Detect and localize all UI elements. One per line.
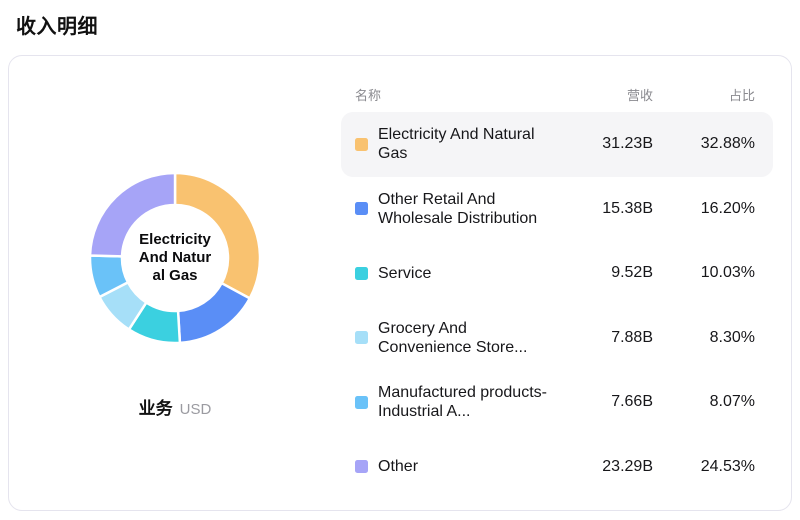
segment-label: Manufactured products-Industrial A... (378, 383, 556, 421)
header-name: 名称 (355, 85, 557, 104)
segment-name-cell: Manufactured products-Industrial A... (355, 383, 557, 421)
segment-revenue: 15.38B (557, 200, 653, 218)
legend-swatch-icon (355, 396, 368, 409)
page: 收入明细 Electricity And Natur al Gas 业务 USD… (0, 0, 800, 519)
segment-name-cell: Electricity And Natural Gas (355, 125, 557, 163)
legend-swatch-icon (355, 331, 368, 344)
table-row[interactable]: Service 9.52B10.03% (341, 241, 773, 306)
segment-revenue: 7.88B (557, 329, 653, 347)
donut-segment[interactable] (90, 173, 175, 256)
segment-name-cell: Other Retail And Wholesale Distribution (355, 190, 557, 228)
table-body: Electricity And Natural Gas31.23B32.88%O… (341, 112, 773, 499)
legend-swatch-icon (355, 202, 368, 215)
legend-swatch-icon (355, 138, 368, 151)
caption-unit: USD (180, 401, 212, 418)
segment-share: 32.88% (653, 135, 755, 153)
segment-label: Grocery And Convenience Store... (378, 319, 556, 357)
chart-panel: Electricity And Natur al Gas 业务 USD (9, 56, 341, 510)
table-row[interactable]: Electricity And Natural Gas31.23B32.88% (341, 112, 773, 177)
chart-caption: 业务 USD (139, 394, 212, 419)
segment-label: Electricity And Natural Gas (378, 125, 556, 163)
segment-revenue: 23.29B (557, 458, 653, 476)
header-revenue: 营收 (557, 85, 653, 104)
page-title: 收入明细 (16, 10, 792, 39)
table-row[interactable]: Other 23.29B24.53% (341, 435, 773, 500)
table-header-row: 名称 营收 占比 (341, 76, 773, 112)
segment-name-cell: Service (355, 264, 557, 283)
donut-chart: Electricity And Natur al Gas (87, 170, 263, 346)
segment-revenue: 9.52B (557, 264, 653, 282)
breakdown-table: 名称 营收 占比 Electricity And Natural Gas31.2… (341, 56, 791, 510)
legend-swatch-icon (355, 460, 368, 473)
donut-segment[interactable] (178, 283, 250, 343)
table-row[interactable]: Other Retail And Wholesale Distribution1… (341, 177, 773, 242)
revenue-detail-card: Electricity And Natur al Gas 业务 USD 名称 营… (8, 55, 792, 511)
donut-svg (87, 170, 263, 346)
segment-name-cell: Other (355, 457, 557, 476)
segment-revenue: 7.66B (557, 393, 653, 411)
caption-label: 业务 (139, 394, 173, 419)
segment-label: Other Retail And Wholesale Distribution (378, 190, 556, 228)
segment-name-cell: Grocery And Convenience Store... (355, 319, 557, 357)
segment-share: 8.30% (653, 329, 755, 347)
segment-share: 8.07% (653, 393, 755, 411)
segment-label: Service (378, 264, 431, 283)
legend-swatch-icon (355, 267, 368, 280)
segment-revenue: 31.23B (557, 135, 653, 153)
header-share: 占比 (653, 85, 755, 104)
segment-share: 24.53% (653, 458, 755, 476)
segment-share: 16.20% (653, 200, 755, 218)
segment-label: Other (378, 457, 418, 476)
donut-segment[interactable] (175, 173, 260, 298)
table-row[interactable]: Grocery And Convenience Store...7.88B8.3… (341, 306, 773, 371)
segment-share: 10.03% (653, 264, 755, 282)
table-row[interactable]: Manufactured products-Industrial A...7.6… (341, 370, 773, 435)
